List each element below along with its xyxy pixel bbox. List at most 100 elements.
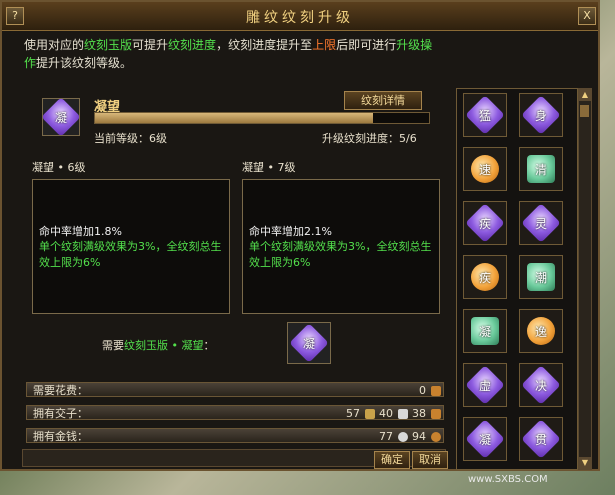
desc-highlight: 纹刻进度 <box>168 38 217 52</box>
gem-char: 凝 <box>54 110 67 125</box>
upgrade-window: ? 雕纹纹刻升级 X 使用对应的纹刻玉版可提升纹刻进度，纹刻进度提升至上限后即可… <box>0 0 600 471</box>
scroll-down-icon[interactable]: ▼ <box>579 457 591 469</box>
exchange-row: 拥有交子： 57 40 38 <box>26 405 444 420</box>
jiaozi-icon <box>431 385 441 396</box>
exchange-label: 拥有交子： <box>33 407 88 420</box>
desc-part: 使用对应的 <box>24 38 85 52</box>
need-suffix: ： <box>203 339 215 352</box>
purple-gem-icon: 决 <box>521 365 561 405</box>
jade-gem-icon: 凝 <box>471 317 499 345</box>
confirm-button[interactable]: 确定 <box>374 451 410 469</box>
current-level-panel: 命中率增加1.8% 单个纹刻满级效果为3%，全纹刻总生效上限为6% <box>32 179 230 314</box>
gem-char: 猛 <box>478 108 491 123</box>
gem-char: 凝 <box>478 324 491 339</box>
money-values: 77 94 <box>379 429 441 444</box>
engraving-slot[interactable]: 猛 <box>463 93 507 137</box>
engraving-slot[interactable]: 虚 <box>463 363 507 407</box>
purple-gem-icon: 疾 <box>465 203 505 243</box>
cost-values: 0 <box>419 383 441 398</box>
gem-char: 凝 <box>478 432 491 447</box>
current-panel-title: 凝望 • 6级 <box>32 161 86 174</box>
window-title: 雕纹纹刻升级 <box>246 10 354 26</box>
jade-gem-icon: 清 <box>527 155 555 183</box>
desc-highlight: 上限 <box>312 38 337 52</box>
gem-char: 决 <box>534 378 547 393</box>
copper-jiaozi-icon <box>431 408 441 419</box>
purple-gem-icon: 猛 <box>465 95 505 135</box>
gem-char: 逸 <box>534 324 547 339</box>
engraving-slot[interactable]: 速 <box>463 147 507 191</box>
next-level-panel: 命中率增加2.1% 单个纹刻满级效果为3%，全纹刻总生效上限为6% <box>242 179 440 314</box>
gem-char: 清 <box>534 162 547 177</box>
engraving-slot[interactable]: 灵 <box>519 201 563 245</box>
exchange-value-3: 38 <box>412 407 426 420</box>
money-value-1: 77 <box>379 430 393 443</box>
upgrade-progress: 升级纹刻进度：5/6 <box>322 132 417 145</box>
gold-jiaozi-icon <box>365 408 375 419</box>
gem-char: 虚 <box>478 378 491 393</box>
engraving-list: 猛身速清疾灵疾潮凝逸虚决凝贯 <box>456 88 578 470</box>
current-level: 当前等级：6级 <box>94 132 167 145</box>
engraving-slot[interactable]: 疾 <box>463 255 507 299</box>
gem-char: 贯 <box>534 432 547 447</box>
item-icon[interactable]: 凝 <box>41 97 81 137</box>
engraving-slot[interactable]: 贯 <box>519 417 563 461</box>
purple-gem-icon: 贯 <box>521 419 561 459</box>
need-item: 纹刻玉版 • 凝望 <box>124 339 204 352</box>
gem-char: 身 <box>534 108 547 123</box>
engraving-slot[interactable]: 清 <box>519 147 563 191</box>
engraving-slot[interactable]: 身 <box>519 93 563 137</box>
scroll-thumb[interactable] <box>580 105 589 117</box>
exchange-values: 57 40 38 <box>346 406 441 421</box>
orange-gem-icon: 逸 <box>527 317 555 345</box>
scroll-up-icon[interactable]: ▲ <box>579 89 591 101</box>
purple-gem-icon: 灵 <box>521 203 561 243</box>
engraving-slot[interactable]: 凝 <box>463 417 507 461</box>
scrollbar[interactable]: ▲ ▼ <box>578 88 592 470</box>
gem-char: 灵 <box>534 216 547 231</box>
current-effect: 命中率增加1.8% <box>39 225 122 238</box>
purple-gem-icon: 凝 <box>289 323 329 363</box>
engraving-slot[interactable]: 凝 <box>463 309 507 353</box>
money-label: 拥有金钱： <box>33 430 88 443</box>
desc-part: ，纹刻进度提升至 <box>216 38 313 52</box>
close-button[interactable]: X <box>578 7 596 25</box>
silver-jiaozi-icon <box>398 408 408 419</box>
engraving-slot[interactable]: 决 <box>519 363 563 407</box>
progress-fill <box>95 113 374 123</box>
cancel-button[interactable]: 取消 <box>412 451 448 469</box>
gem-char: 疾 <box>478 216 491 231</box>
current-effect-note: 单个纹刻满级效果为3%，全纹刻总生效上限为6% <box>39 240 222 269</box>
cost-value: 0 <box>419 384 426 397</box>
money-row: 拥有金钱： 77 94 <box>26 428 444 443</box>
desc-highlight: 纹刻玉版 <box>84 38 133 52</box>
next-effect: 命中率增加2.1% <box>249 225 332 238</box>
cost-label: 需要花费： <box>33 384 88 397</box>
gem-char: 凝 <box>302 336 315 351</box>
watermark-text: www.SXBS.COM <box>468 474 548 485</box>
gem-char: 疾 <box>478 270 491 285</box>
required-item-slot[interactable]: 凝 <box>287 322 331 364</box>
title-bar: ? 雕纹纹刻升级 X <box>2 2 598 31</box>
exchange-value-2: 40 <box>379 407 393 420</box>
engraving-slot[interactable]: 疾 <box>463 201 507 245</box>
orange-gem-icon: 疾 <box>471 263 499 291</box>
orange-gem-icon: 速 <box>471 155 499 183</box>
desc-part: 后即可进行 <box>336 38 397 52</box>
gem-char: 速 <box>478 162 491 177</box>
cost-row: 需要花费： 0 <box>26 382 444 397</box>
purple-gem-icon: 凝 <box>41 97 81 137</box>
detail-button[interactable]: 纹刻详情 <box>344 91 422 110</box>
copper-coin-icon <box>431 431 441 442</box>
need-prefix: 需要 <box>102 339 124 352</box>
jade-gem-icon: 潮 <box>527 263 555 291</box>
desc-part: 提升该纹刻等级。 <box>36 56 133 70</box>
gem-char: 潮 <box>534 270 547 285</box>
description-text: 使用对应的纹刻玉版可提升纹刻进度，纹刻进度提升至上限后即可进行升级操作提升该纹刻… <box>24 36 444 72</box>
silver-coin-icon <box>398 431 408 442</box>
engraving-slot[interactable]: 逸 <box>519 309 563 353</box>
money-value-2: 94 <box>412 430 426 443</box>
need-label: 需要纹刻玉版 • 凝望： <box>102 337 214 353</box>
engraving-slot[interactable]: 潮 <box>519 255 563 299</box>
purple-gem-icon: 身 <box>521 95 561 135</box>
